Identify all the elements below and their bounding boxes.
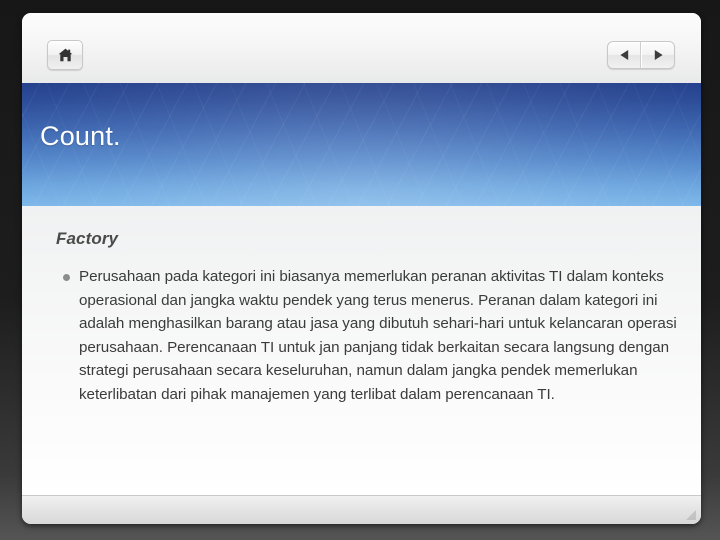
home-icon — [58, 48, 73, 62]
slide-title-banner: Count. — [22, 83, 701, 206]
slide-title: Count. — [40, 121, 121, 151]
presentation-viewer-frame: Count. Factory Perusahaan pada kategori … — [22, 13, 701, 524]
home-button[interactable] — [47, 40, 83, 70]
next-slide-button[interactable] — [641, 42, 674, 68]
slide-content-area: Factory Perusahaan pada kategori ini bia… — [22, 206, 701, 495]
status-bar — [22, 495, 701, 524]
viewer-toolbar — [22, 13, 701, 83]
bullet-dot-icon — [63, 274, 70, 281]
banner-glow — [22, 83, 701, 206]
list-item-text: Perusahaan pada kategori ini biasanya me… — [79, 268, 677, 403]
triangle-right-icon — [653, 49, 664, 61]
section-heading: Factory — [56, 229, 119, 248]
bullet-list: Perusahaan pada kategori ini biasanya me… — [39, 265, 677, 407]
navigation-button-group — [607, 41, 675, 69]
triangle-left-icon — [619, 49, 630, 61]
banner-ray-texture — [22, 83, 701, 206]
previous-slide-button[interactable] — [608, 42, 641, 68]
list-item: Perusahaan pada kategori ini biasanya me… — [39, 265, 677, 407]
resize-grip-icon[interactable] — [683, 507, 697, 521]
